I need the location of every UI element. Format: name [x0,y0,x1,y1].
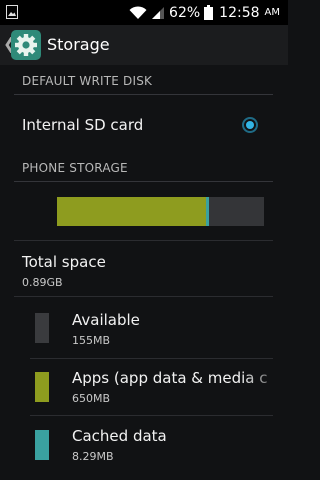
status-bar: 62% 12:58 AM [0,0,288,25]
storage-item-value: 8.29MB [72,450,114,463]
total-space-value: 0.89GB [22,276,63,289]
list-divider [30,358,273,359]
wifi-icon [129,5,147,19]
write-disk-option-label: Internal SD card [22,116,144,134]
storage-item-value: 155MB [72,334,111,347]
section-divider [14,94,273,95]
battery-icon [204,5,214,20]
apps-color-swatch [35,372,49,402]
storage-bar-apps-segment [57,197,207,226]
gear-icon[interactable] [11,30,41,60]
battery-percent: 62% [169,4,201,21]
list-divider [14,296,273,297]
storage-item-label: Cached data [72,427,167,445]
clock-time: 12:58 [219,4,260,21]
storage-bar-available-segment [209,197,264,226]
storage-item-label: Apps (app data & media c [72,369,268,387]
total-space-label: Total space [22,253,106,271]
section-header-default-write-disk: DEFAULT WRITE DISK [22,74,153,88]
list-divider [14,240,273,241]
storage-usage-bar [57,197,264,226]
image-icon [6,5,18,19]
cached-color-swatch [35,430,49,460]
list-divider [30,415,273,416]
section-header-phone-storage: PHONE STORAGE [22,161,128,175]
storage-item-label: Available [72,311,140,329]
storage-item-value: 650MB [72,392,111,405]
available-color-swatch [35,313,49,343]
write-disk-radio[interactable] [242,117,258,133]
clock-ampm: AM [264,7,280,18]
action-bar: ❮ Storage [0,25,288,65]
signal-icon [152,6,165,19]
section-divider [14,181,273,182]
text-fade [242,369,288,391]
page-title: Storage [47,35,110,54]
